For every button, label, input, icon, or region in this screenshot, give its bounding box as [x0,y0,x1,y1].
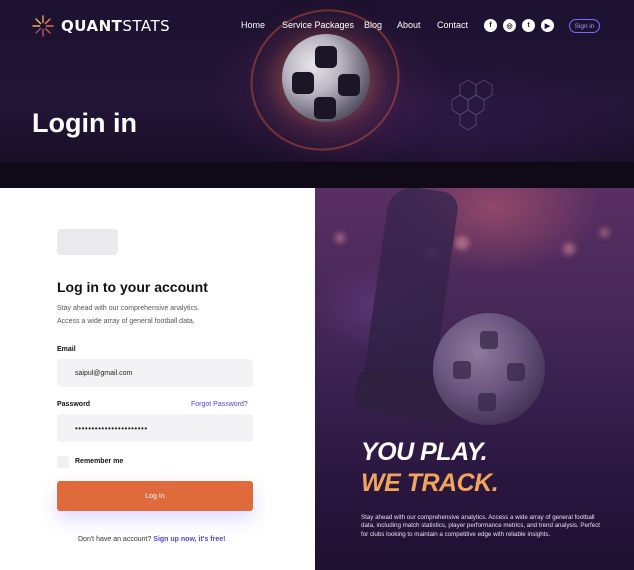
facebook-icon[interactable]: f [484,19,497,32]
nav-contact[interactable]: Contact [437,20,468,30]
promo-description: Stay ahead with our comprehensive analyt… [361,514,601,538]
logo-text-light: STATS [122,17,171,35]
hero-banner: QUANTSTATS Home Service Packages Blog Ab… [0,0,634,188]
nav-blog[interactable]: Blog [364,20,382,30]
remember-me-label[interactable]: Remember me [75,458,123,465]
form-title: Log in to your account [57,279,208,295]
hex-pattern-decoration [451,80,493,130]
hero-bottom-band [0,162,634,188]
youtube-icon[interactable]: ▶ [541,19,554,32]
promo-panel: YOU PLAY. WE TRACK. Stay ahead with our … [315,188,634,570]
social-links: f ◎ t ▶ [484,19,554,32]
football-image [433,313,545,425]
page-title: Login in [32,108,137,138]
twitter-icon[interactable]: t [522,19,535,32]
slogan-line2: WE TRACK. [361,469,499,497]
signup-prompt: Don't have an account? Sign up now, it's… [78,536,225,543]
login-button[interactable]: Log In [57,481,253,511]
password-label: Password [57,401,91,408]
forgot-password-link[interactable]: Forgot Password? [191,401,248,408]
logo-text-bold: QUANT [61,17,123,35]
nav-about[interactable]: About [397,20,421,30]
form-subtitle-line1: Stay ahead with our comprehensive analyt… [57,305,200,312]
slogan-line1: YOU PLAY. [361,438,488,466]
signup-link[interactable]: Sign up now, it's free! [153,536,225,543]
stadium-light [335,233,345,243]
email-field[interactable]: saipul@gmail.com [57,359,253,387]
form-subtitle-line2: Access a wide array of general football … [57,317,195,325]
brand-logo[interactable]: QUANTSTATS [32,15,170,37]
nav-service-packages[interactable]: Service Packages [282,20,354,30]
email-label: Email [57,346,76,353]
login-form-panel: Log in to your account Stay ahead with o… [0,188,315,570]
signup-prefix: Don't have an account? [78,536,152,543]
password-field[interactable]: •••••••••••••••••••••• [57,414,253,442]
stadium-light [600,228,609,237]
nav-home[interactable]: Home [241,20,265,30]
logo-wordmark: QUANTSTATS [61,17,170,35]
sign-in-button[interactable]: Sign in [569,19,600,33]
instagram-icon[interactable]: ◎ [503,19,516,32]
hero-football-image [282,34,370,122]
stadium-light [455,236,469,250]
form-subtitle: Stay ahead with our comprehensive analyt… [57,303,257,328]
remember-me-checkbox[interactable] [57,456,69,468]
form-logo-placeholder [57,229,118,255]
stadium-light [563,243,575,255]
logo-burst-icon [32,15,54,37]
